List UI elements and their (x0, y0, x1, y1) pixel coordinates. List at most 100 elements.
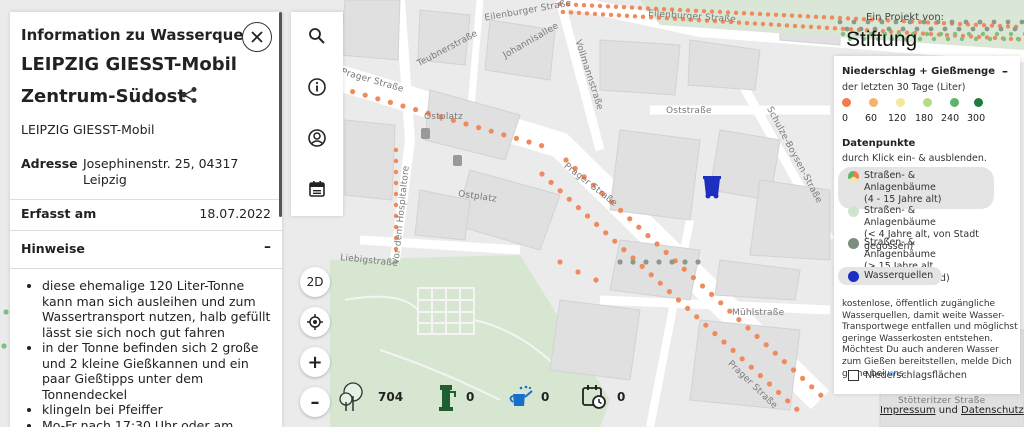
tree-marker[interactable] (657, 280, 663, 286)
tree-marker[interactable] (589, 3, 595, 8)
tree-marker[interactable] (748, 364, 754, 370)
tree-marker[interactable] (575, 269, 581, 275)
locate-button[interactable] (300, 307, 330, 337)
tree-marker[interactable] (624, 13, 630, 19)
calendar-button[interactable] (305, 177, 329, 201)
tree-marker[interactable] (749, 11, 755, 16)
tree-marker[interactable] (621, 247, 627, 253)
tree-marker[interactable] (917, 36, 923, 42)
tree-marker[interactable] (781, 13, 787, 18)
tree-marker[interactable] (739, 356, 745, 362)
tree-marker[interactable] (699, 283, 706, 289)
zoom-in-button[interactable]: + (300, 347, 330, 377)
tree-marker[interactable] (1008, 36, 1014, 42)
tree-marker[interactable] (612, 238, 618, 244)
tree-marker[interactable] (757, 11, 763, 17)
tree-marker[interactable] (669, 259, 675, 265)
tree-marker[interactable] (597, 3, 603, 9)
tree-marker[interactable] (744, 20, 750, 26)
tree-marker[interactable] (463, 121, 469, 127)
tree-marker[interactable] (776, 22, 782, 28)
tree-marker[interactable] (616, 13, 622, 18)
tree-marker[interactable] (1005, 19, 1011, 25)
tree-marker[interactable] (575, 205, 582, 211)
tree-marker[interactable] (593, 277, 599, 283)
tree-marker[interactable] (808, 24, 814, 30)
tree-marker[interactable] (794, 406, 800, 412)
tree-marker[interactable] (393, 180, 399, 186)
tree-marker[interactable] (785, 398, 791, 404)
tree-marker[interactable] (832, 26, 838, 31)
panel-scrollbar[interactable] (279, 12, 282, 217)
tree-marker[interactable] (621, 5, 627, 10)
tree-marker[interactable] (721, 339, 727, 345)
tree-marker[interactable] (703, 322, 709, 328)
tree-marker[interactable] (539, 171, 545, 177)
tree-marker[interactable] (809, 384, 815, 390)
tree-marker[interactable] (581, 2, 587, 8)
tree-marker[interactable] (829, 15, 835, 20)
tree-marker[interactable] (956, 26, 962, 32)
tree-marker[interactable] (618, 207, 624, 213)
tree-marker[interactable] (648, 272, 654, 278)
user-button[interactable] (305, 126, 329, 150)
tree-marker[interactable] (637, 5, 643, 11)
tree-marker[interactable] (994, 31, 1000, 37)
tree-marker[interactable] (1005, 24, 1011, 29)
tree-marker[interactable] (837, 15, 843, 21)
tree-marker[interactable] (584, 11, 590, 16)
tree-marker[interactable] (1001, 36, 1007, 42)
brand-name[interactable]: Stiftung (846, 28, 917, 52)
tree-marker[interactable] (654, 241, 660, 247)
tree-marker[interactable] (476, 125, 482, 131)
tree-marker[interactable] (1008, 31, 1014, 37)
tree-marker[interactable] (837, 19, 843, 25)
tree-marker[interactable] (539, 143, 545, 149)
tree-marker[interactable] (772, 350, 778, 356)
tree-marker[interactable] (776, 389, 782, 395)
tree-marker[interactable] (768, 22, 774, 27)
tree-marker[interactable] (576, 10, 582, 16)
tree-marker[interactable] (973, 36, 979, 42)
tree-marker[interactable] (840, 31, 846, 37)
info-button[interactable] (305, 75, 329, 99)
tree-marker[interactable] (790, 367, 797, 373)
tree-marker[interactable] (608, 12, 614, 18)
tree-marker[interactable] (603, 230, 609, 236)
tree-marker[interactable] (745, 325, 751, 331)
tree-marker[interactable] (992, 35, 998, 41)
tree-marker[interactable] (584, 213, 591, 219)
tree-marker[interactable] (998, 26, 1004, 32)
tree-marker[interactable] (413, 107, 419, 113)
tree-marker[interactable] (630, 259, 636, 265)
tree-marker[interactable] (666, 289, 673, 295)
tree-marker[interactable] (973, 22, 979, 27)
tree-marker[interactable] (944, 32, 950, 38)
tree-marker[interactable] (548, 179, 554, 185)
tree-marker[interactable] (632, 14, 638, 19)
hints-collapse-toggle[interactable]: – (264, 239, 271, 255)
tree-marker[interactable] (393, 169, 399, 175)
tree-marker[interactable] (970, 26, 976, 32)
tree-marker[interactable] (741, 11, 747, 16)
tree-marker[interactable] (805, 14, 811, 19)
tree-marker[interactable] (592, 11, 598, 17)
tree-marker[interactable] (3, 309, 9, 315)
tree-marker[interactable] (789, 13, 795, 18)
close-button[interactable] (242, 22, 272, 52)
tree-marker[interactable] (387, 99, 393, 105)
tree-marker[interactable] (568, 10, 574, 15)
tree-marker[interactable] (816, 25, 822, 30)
tree-marker[interactable] (636, 224, 642, 230)
tree-marker[interactable] (792, 23, 798, 29)
tree-marker[interactable] (952, 31, 958, 37)
tree-marker[interactable] (821, 15, 827, 20)
tree-marker[interactable] (920, 31, 926, 36)
tree-marker[interactable] (393, 158, 399, 164)
tree-marker[interactable] (600, 12, 606, 17)
tree-marker[interactable] (800, 375, 806, 381)
tree-marker[interactable] (643, 259, 649, 265)
zoom-out-button[interactable]: – (300, 387, 330, 417)
tree-marker[interactable] (845, 16, 851, 21)
view-mode-button[interactable]: 2D (300, 267, 330, 297)
